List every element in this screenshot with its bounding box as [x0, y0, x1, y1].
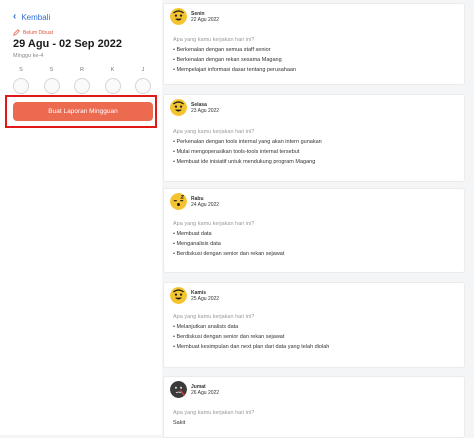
- answer-item: • Berkenalan dengan semua staff senior: [173, 47, 271, 53]
- happy-face-icon: [170, 99, 187, 116]
- entry-answer: Sakit: [173, 418, 185, 428]
- day-label: R: [80, 67, 84, 73]
- period-title: 29 Agu - 02 Sep 2022: [13, 38, 123, 50]
- entry-date: 23 Agu 2022: [191, 107, 220, 114]
- back-label: Kembali: [21, 12, 51, 22]
- day-circle[interactable]: [13, 78, 29, 94]
- answer-item: • Perkenalan dengan tools internal yang …: [173, 139, 322, 145]
- answer-item: • Berdiskusi dengan senior dan rekan sej…: [173, 251, 285, 257]
- back-link[interactable]: ‹ Kembali: [13, 12, 50, 22]
- entry-question: Apa yang kamu kerjakan hari ini?: [173, 129, 255, 135]
- pencil-icon: [13, 29, 20, 36]
- day-label: K: [110, 67, 115, 73]
- answer-item: • Berkenalan dengan rekan sesama Magang: [173, 57, 282, 63]
- day-circle[interactable]: [104, 78, 121, 94]
- day-tuesday[interactable]: S: [43, 65, 61, 94]
- answer-item: • Membuat ide inisiatif untuk mendukung …: [173, 159, 316, 165]
- daily-entry-card: Selasa 23 Agu 2022 Apa yang kamu kerjaka…: [163, 94, 465, 182]
- day-selector: S S R K J: [12, 65, 152, 94]
- answer-item: • Melanjutkan analisis data: [173, 324, 239, 330]
- answer-item: • Mulai mengoperasikan tools-tools inter…: [173, 149, 300, 155]
- entry-date: 24 Agu 2022: [191, 201, 220, 208]
- entry-date: 26 Agu 2022: [191, 389, 220, 396]
- daily-entry-card: Jumat 26 Agu 2022 Apa yang kamu kerjakan…: [163, 376, 465, 438]
- answer-item: • Membuat kesimpulan dan next plan dari …: [173, 344, 330, 350]
- day-monday[interactable]: S: [12, 65, 30, 94]
- entry-question: Apa yang kamu kerjakan hari ini?: [173, 221, 255, 227]
- status-badge: Belum Dibuat: [13, 29, 53, 36]
- entry-question: Apa yang kamu kerjakan hari ini?: [173, 410, 255, 416]
- daily-entry-card: Rabu 24 Agu 2022 Apa yang kamu kerjakan …: [163, 188, 465, 273]
- day-circle[interactable]: [74, 78, 90, 94]
- daily-entry-card: Kamis 25 Agu 2022 Apa yang kamu kerjakan…: [163, 282, 465, 368]
- day-label: S: [19, 67, 23, 73]
- left-panel: ‹ Kembali Belum Dibuat 29 Agu - 02 Sep 2…: [0, 0, 162, 435]
- day-label: J: [141, 67, 145, 73]
- entry-date: 22 Agu 2022: [191, 16, 220, 23]
- week-label: Minggu ke-4: [13, 53, 44, 59]
- entry-question: Apa yang kamu kerjakan hari ini?: [173, 314, 255, 320]
- entry-date: 25 Agu 2022: [191, 295, 220, 302]
- answer-item: • Berdiskusi dengan senior dan rekan sej…: [173, 334, 285, 340]
- status-label: Belum Dibuat: [23, 29, 54, 36]
- entry-question: Apa yang kamu kerjakan hari ini?: [173, 37, 255, 43]
- sick-face-icon: [170, 381, 187, 398]
- day-label: S: [49, 67, 54, 73]
- day-friday[interactable]: J: [134, 65, 152, 94]
- chevron-left-icon: ‹: [13, 11, 17, 22]
- answer-item: Sakit: [173, 420, 186, 426]
- day-thursday[interactable]: K: [104, 65, 122, 94]
- day-circle[interactable]: [43, 78, 60, 94]
- entry-answer: • Perkenalan dengan tools internal yang …: [173, 137, 322, 167]
- entry-answer: • Melanjutkan analisis data • Berdiskusi…: [173, 322, 329, 352]
- happy-face-icon: [170, 287, 187, 304]
- daily-entry-card: Senin 22 Agu 2022 Apa yang kamu kerjakan…: [163, 3, 465, 85]
- create-weekly-report-button[interactable]: Buat Laporan Mingguan: [13, 102, 153, 121]
- daily-log-feed: Senin 22 Agu 2022 Apa yang kamu kerjakan…: [163, 0, 474, 438]
- entry-answer: • Membuat data • Menganalisis data • Ber…: [173, 229, 284, 259]
- day-circle[interactable]: [135, 78, 151, 94]
- entry-answer: • Berkenalan dengan semua staff senior •…: [173, 45, 296, 75]
- answer-item: • Membuat data: [173, 231, 212, 237]
- tired-face-icon: [170, 193, 187, 210]
- answer-item: • Menganalisis data: [173, 241, 221, 247]
- day-wednesday[interactable]: R: [73, 65, 91, 94]
- answer-item: • Mempelajari informasi dasar tentang pe…: [173, 67, 296, 73]
- happy-face-icon: [170, 8, 187, 25]
